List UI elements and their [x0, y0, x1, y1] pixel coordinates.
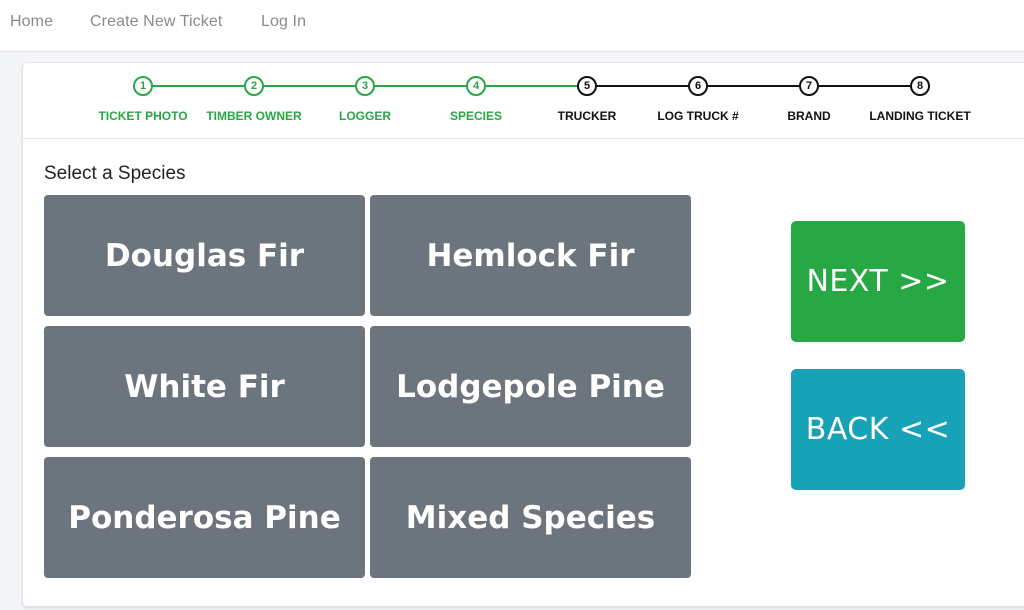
species-button-lodgepole-pine[interactable]: Lodgepole Pine: [370, 326, 691, 447]
ticket-wizard-card: 1 TICKET PHOTO 2 TIMBER OWNER 3 LOGGER 4 SPECIE…: [22, 62, 1024, 607]
species-button-ponderosa-pine[interactable]: Ponderosa Pine: [44, 457, 365, 578]
step-circle-6: 6: [688, 76, 708, 96]
species-button-white-fir[interactable]: White Fir: [44, 326, 365, 447]
nav-link-log-in[interactable]: Log In: [261, 13, 306, 31]
step-connector: [708, 85, 799, 87]
step-connector: [819, 85, 910, 87]
step-circle-5: 5: [577, 76, 597, 96]
step-connector: [597, 85, 688, 87]
nav-link-home[interactable]: Home: [10, 13, 53, 31]
next-button[interactable]: NEXT >>: [791, 221, 965, 342]
nav-link-create-new-ticket[interactable]: Create New Ticket: [90, 13, 222, 31]
species-button-hemlock-fir[interactable]: Hemlock Fir: [370, 195, 691, 316]
back-button[interactable]: BACK <<: [791, 369, 965, 490]
step-label-landing-ticket: LANDING TICKET: [869, 109, 971, 123]
step-circle-1: 1: [133, 76, 153, 96]
step-circle-2: 2: [244, 76, 264, 96]
section-title: Select a Species: [44, 163, 186, 184]
step-connector: [264, 85, 355, 87]
top-navbar: Home Create New Ticket Log In: [0, 0, 1024, 52]
step-circle-7: 7: [799, 76, 819, 96]
step-circle-3: 3: [355, 76, 375, 96]
step-connector: [375, 85, 466, 87]
step-circle-8: 8: [910, 76, 930, 96]
step-connector: [486, 85, 577, 87]
progress-stepper: 1 TICKET PHOTO 2 TIMBER OWNER 3 LOGGER 4 SPECIE…: [23, 63, 1024, 139]
species-button-douglas-fir[interactable]: Douglas Fir: [44, 195, 365, 316]
step-connector: [153, 85, 244, 87]
step-circle-4: 4: [466, 76, 486, 96]
species-button-mixed-species[interactable]: Mixed Species: [370, 457, 691, 578]
